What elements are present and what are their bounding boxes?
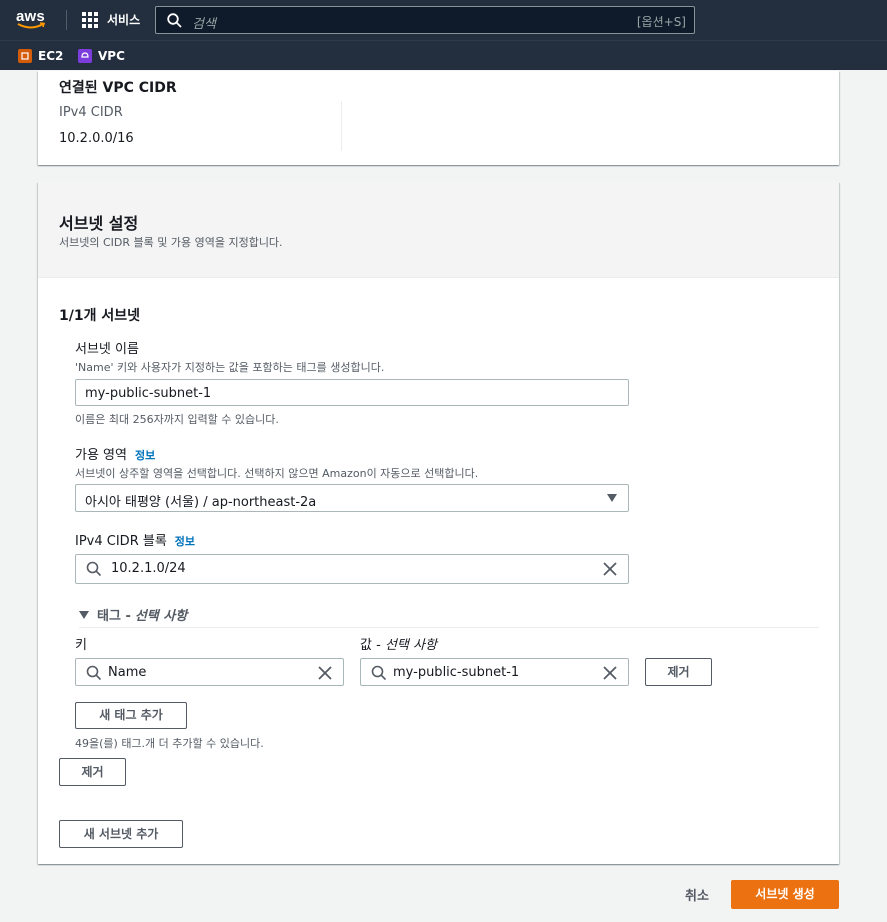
availability-zone-description: 서브넷이 상주할 영역을 선택합니다. 선택하지 않으면 Amazon이 자동으… [75, 467, 479, 480]
availability-zone-value: 아시아 태평양 (서울) / ap-northeast-2a [85, 495, 317, 510]
create-subnet-button-label: 서브넷 생성 [755, 887, 815, 901]
add-new-tag-button[interactable]: 새 태그 추가 [75, 702, 187, 729]
aws-logo[interactable]: aws [16, 8, 50, 32]
remove-tag-button-label: 제거 [667, 665, 690, 679]
favorites-bar: EC2 VPC [0, 40, 887, 70]
tags-toggle-label: 태그 - [97, 609, 131, 624]
subnet-name-label: 서브넷 이름 [75, 342, 139, 357]
favorite-vpc[interactable]: VPC [78, 48, 125, 64]
subnet-settings-title: 서브넷 설정 [59, 214, 139, 233]
tag-value-value: my-public-subnet-1 [393, 665, 520, 680]
add-new-tag-button-label: 새 태그 추가 [99, 708, 163, 722]
ipv4-cidr-block-label-text: IPv4 CIDR 블록 [75, 534, 167, 549]
cancel-button[interactable]: 취소 [685, 885, 709, 904]
add-new-subnet-button-label: 새 서브넷 추가 [83, 827, 159, 841]
ec2-service-icon [18, 49, 32, 63]
tag-value-column-optional: 선택 사항 [384, 638, 437, 653]
vpc-service-icon [78, 49, 92, 63]
remove-subnet-button-label: 제거 [81, 765, 104, 779]
subnet-name-hint: 이름은 최대 256자까지 입력할 수 있습니다. [75, 413, 279, 426]
vpc-cidr-panel: 연결된 VPC CIDR IPv4 CIDR 10.2.0.0/16 [38, 71, 839, 165]
column-divider [341, 101, 342, 151]
tag-key-input[interactable]: Name [75, 658, 344, 686]
services-menu-button[interactable]: 서비스 [107, 11, 140, 28]
ipv4-cidr-block-label: IPv4 CIDR 블록 정보 [75, 530, 195, 549]
tags-divider [79, 627, 819, 628]
tags-remaining-hint: 49을(를) 태그.개 더 추가할 수 있습니다. [75, 737, 264, 750]
availability-zone-info-link[interactable]: 정보 [135, 449, 155, 462]
subnet-name-description: 'Name' 키와 사용자가 지정하는 값을 포함하는 태그를 생성합니다. [75, 361, 385, 374]
tag-key-value: Name [108, 665, 147, 680]
services-grid-icon[interactable] [82, 12, 99, 29]
clear-icon[interactable] [602, 665, 618, 681]
tag-value-column-label-text: 값 - [360, 638, 381, 653]
subnet-count-heading: 1/1개 서브넷 [59, 308, 140, 324]
availability-zone-select[interactable]: 아시아 태평양 (서울) / ap-northeast-2a [75, 484, 629, 512]
search-icon [86, 561, 102, 577]
tag-value-input[interactable]: my-public-subnet-1 [360, 658, 629, 686]
search-icon [167, 13, 182, 28]
subnet-settings-description: 서브넷의 CIDR 블록 및 가용 영역을 지정합니다. [59, 236, 283, 249]
ipv4-cidr-block-value: 10.2.1.0/24 [111, 561, 186, 576]
subnet-name-input[interactable]: my-public-subnet-1 [75, 379, 629, 406]
availability-zone-label: 가용 영역 정보 [75, 444, 155, 463]
ipv4-cidr-block-input[interactable]: 10.2.1.0/24 [75, 554, 629, 584]
search-shortcut: [옵션+S] [636, 15, 686, 29]
tags-toggle-optional: 선택 사항 [134, 609, 188, 624]
availability-zone-label-text: 가용 영역 [75, 448, 127, 463]
create-subnet-button[interactable]: 서브넷 생성 [731, 880, 839, 909]
caret-down-icon [79, 610, 89, 619]
remove-subnet-button[interactable]: 제거 [59, 758, 126, 786]
search-placeholder: 검색 [192, 17, 216, 32]
subnet-settings-header: 서브넷 설정 서브넷의 CIDR 블록 및 가용 영역을 지정합니다. [38, 182, 839, 278]
top-navigation: aws 서비스 검색 [옵션+S] [0, 0, 887, 40]
tag-key-column-label: 키 [75, 638, 87, 653]
favorite-ec2[interactable]: EC2 [18, 48, 63, 64]
ipv4-cidr-block-info-link[interactable]: 정보 [175, 535, 195, 548]
tags-expand-toggle[interactable]: 태그 - 선택 사항 [79, 605, 187, 624]
nav-divider [66, 10, 67, 30]
search-icon [86, 665, 102, 681]
remove-tag-button[interactable]: 제거 [645, 658, 712, 686]
subnet-name-value: my-public-subnet-1 [85, 386, 212, 401]
favorite-vpc-label: VPC [98, 49, 125, 63]
clear-icon[interactable] [602, 561, 618, 577]
aws-smile-icon [17, 22, 46, 29]
favorite-ec2-label: EC2 [38, 49, 64, 63]
vpc-cidr-title: 연결된 VPC CIDR [59, 80, 177, 96]
search-icon [371, 665, 387, 681]
caret-down-icon [607, 494, 617, 502]
subnet-settings-panel: 서브넷 설정 서브넷의 CIDR 블록 및 가용 영역을 지정합니다. 1/1개… [38, 182, 839, 864]
tag-value-column-label: 값 - 선택 사항 [360, 634, 437, 653]
global-search-input[interactable]: 검색 [옵션+S] [155, 6, 695, 34]
clear-icon[interactable] [317, 665, 333, 681]
ipv4-cidr-value: 10.2.0.0/16 [59, 131, 134, 146]
add-new-subnet-button[interactable]: 새 서브넷 추가 [59, 820, 183, 848]
ipv4-cidr-label: IPv4 CIDR [59, 105, 123, 120]
